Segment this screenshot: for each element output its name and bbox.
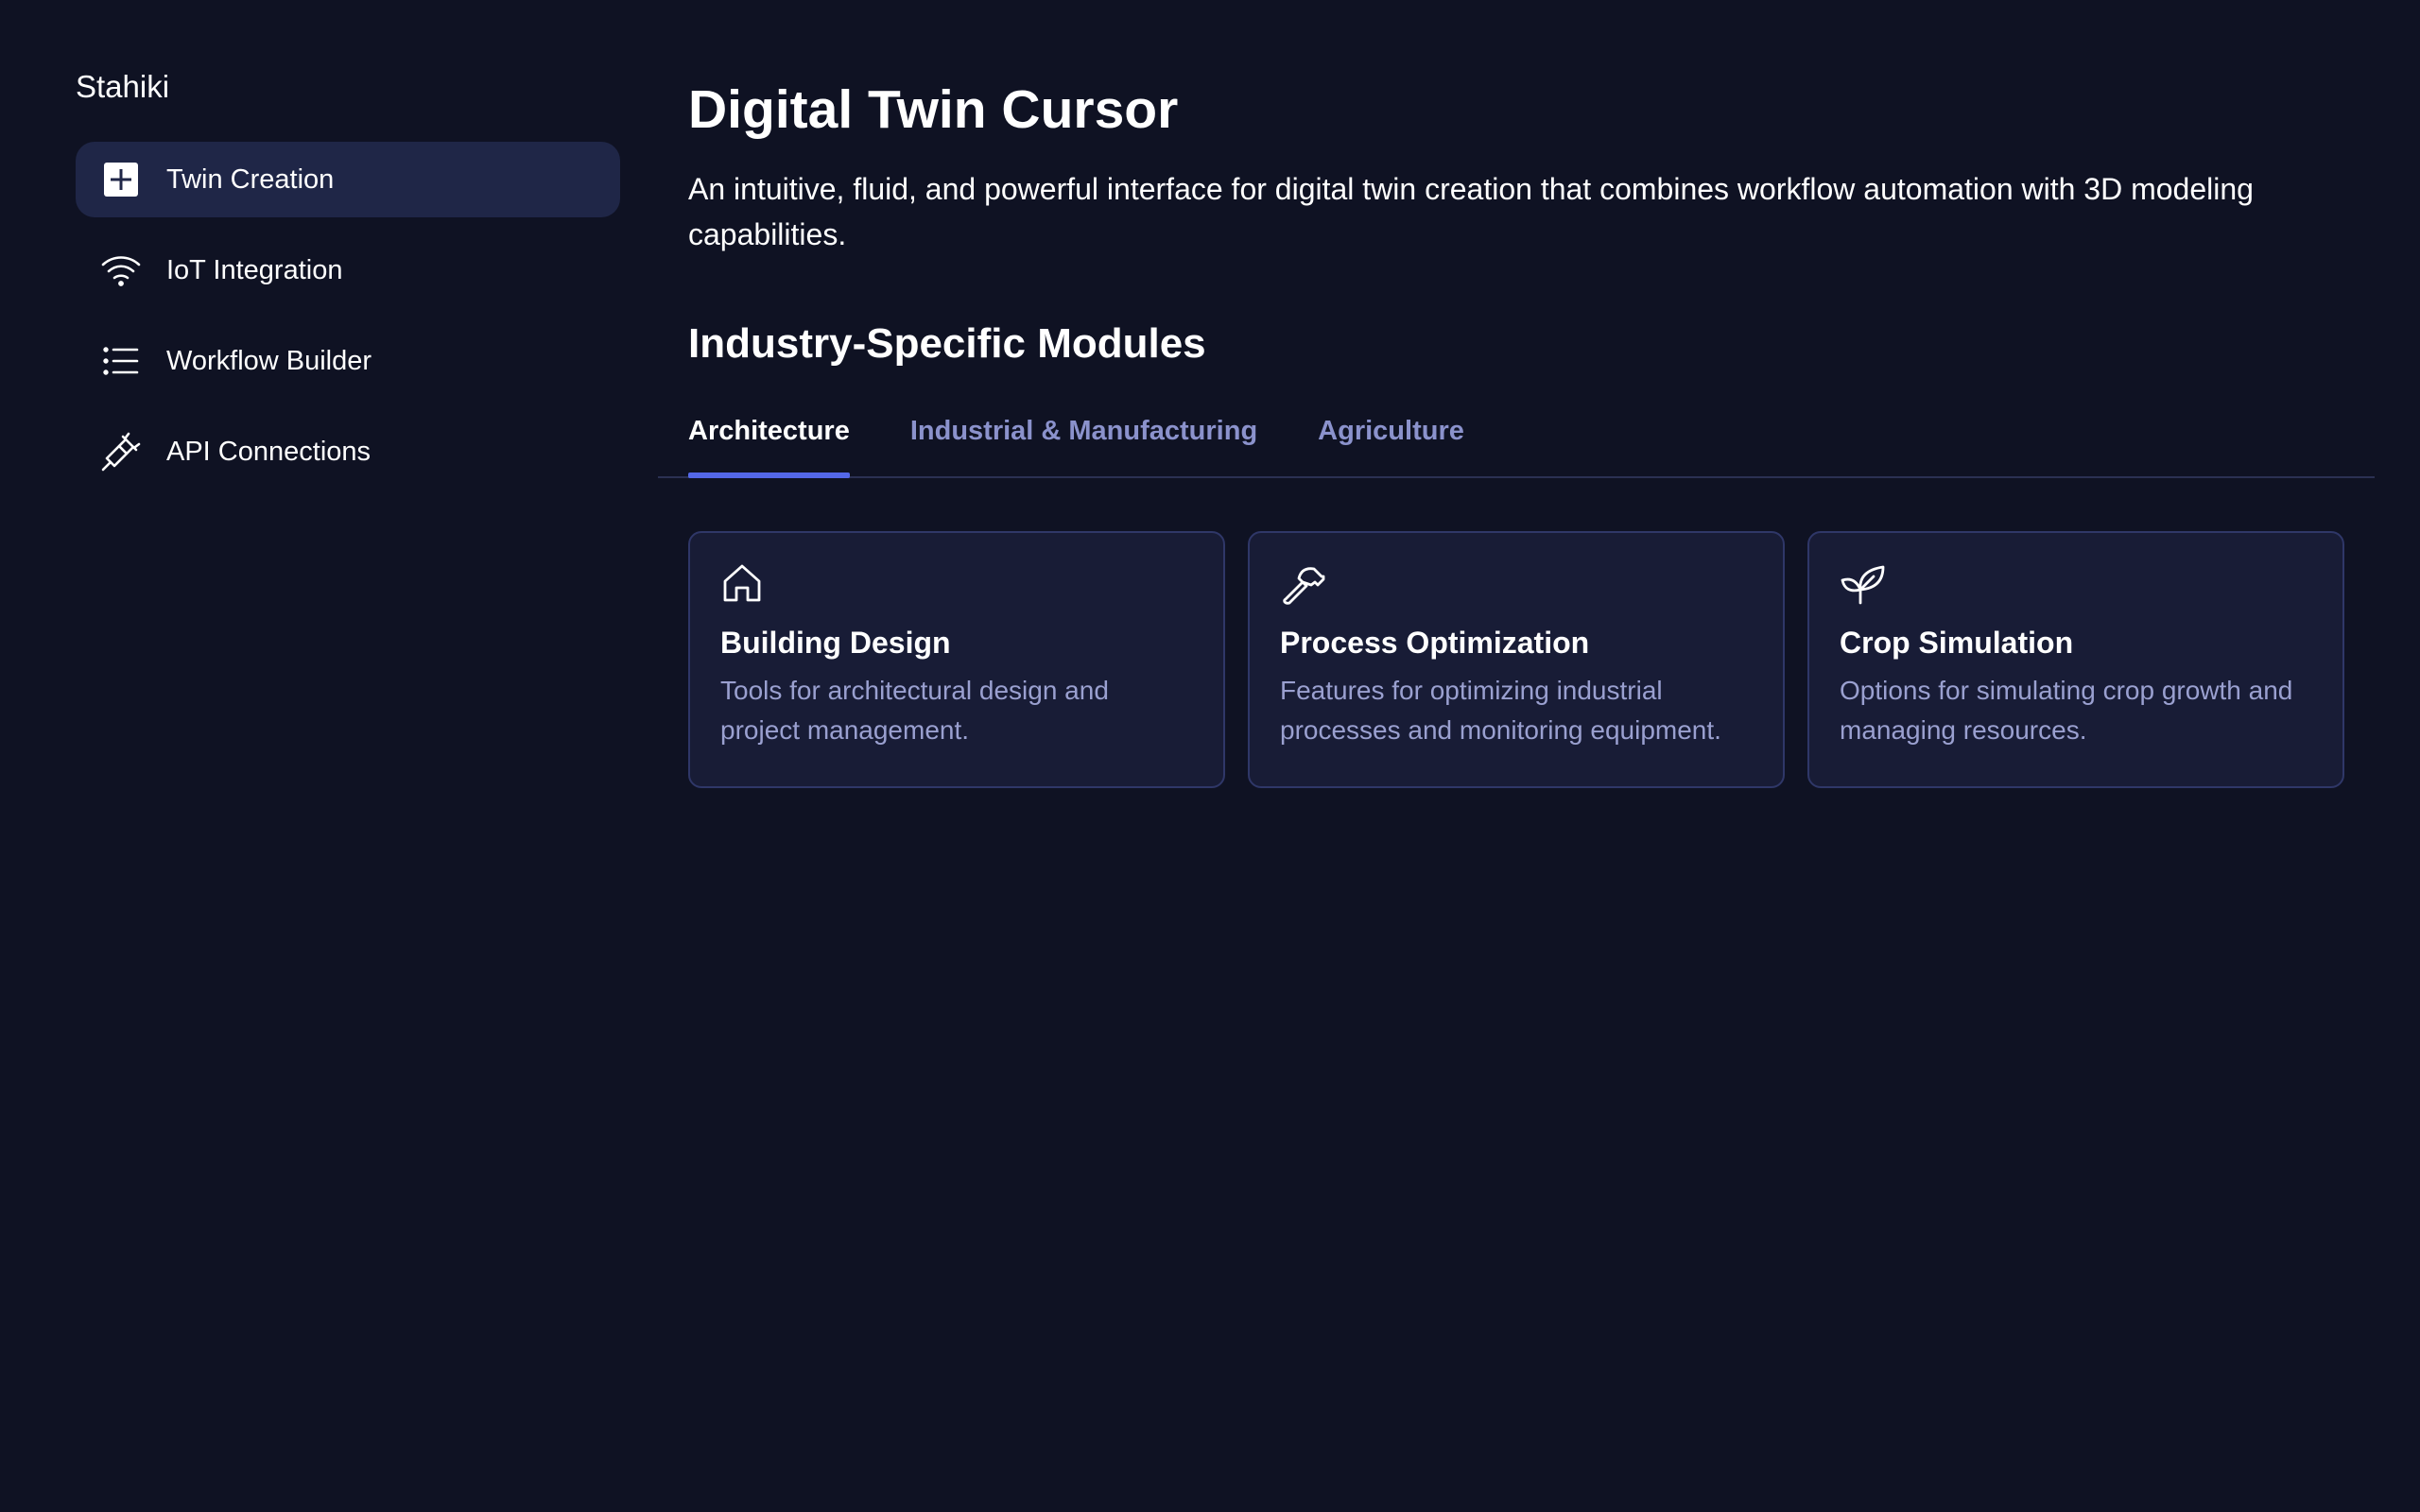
plus-square-icon <box>98 157 144 202</box>
sidebar-item-workflow-builder[interactable]: Workflow Builder <box>76 323 620 399</box>
sidebar-nav: Twin Creation IoT Integration Workflow B… <box>76 142 620 490</box>
module-card-crop-simulation[interactable]: Crop Simulation Options for simulating c… <box>1807 531 2344 788</box>
hammer-icon <box>1280 561 1325 607</box>
module-card-building-design[interactable]: Building Design Tools for architectural … <box>688 531 1225 788</box>
sidebar-item-api-connections[interactable]: API Connections <box>76 414 620 490</box>
sidebar-item-twin-creation[interactable]: Twin Creation <box>76 142 620 217</box>
tab-architecture[interactable]: Architecture <box>688 410 850 478</box>
sprout-icon <box>1840 561 1885 607</box>
sidebar-item-label: IoT Integration <box>166 254 343 285</box>
tab-agriculture[interactable]: Agriculture <box>1318 410 1464 476</box>
card-description: Options for simulating crop growth and m… <box>1840 676 2293 745</box>
card-description: Tools for architectural design and proje… <box>720 676 1109 745</box>
sidebar: Stahiki Twin Creation IoT Integration Wo… <box>76 57 620 505</box>
page-title: Digital Twin Cursor <box>688 79 1179 140</box>
card-title: Building Design <box>720 626 951 660</box>
module-cards: Building Design Tools for architectural … <box>688 531 2375 788</box>
module-card-process-optimization[interactable]: Process Optimization Features for optimi… <box>1248 531 1785 788</box>
card-title: Process Optimization <box>1280 626 1590 660</box>
list-icon <box>98 338 144 384</box>
tab-industrial-manufacturing[interactable]: Industrial & Manufacturing <box>910 410 1257 476</box>
page-description: An intuitive, fluid, and powerful interf… <box>688 172 2254 251</box>
card-title: Crop Simulation <box>1840 626 2074 660</box>
main-content: Digital Twin Cursor An intuitive, fluid,… <box>658 57 2375 788</box>
brand-name: Stahiki <box>76 69 170 104</box>
card-description: Features for optimizing industrial proce… <box>1280 676 1721 745</box>
wifi-icon <box>98 248 144 293</box>
tab-list: Architecture Industrial & Manufacturing … <box>688 410 1525 478</box>
sidebar-item-label: Twin Creation <box>166 163 335 195</box>
sidebar-item-label: API Connections <box>166 436 372 467</box>
sidebar-item-label: Workflow Builder <box>166 345 372 376</box>
app-window: Stahiki Twin Creation IoT Integration Wo… <box>0 0 2420 1512</box>
sidebar-item-iot-integration[interactable]: IoT Integration <box>76 232 620 308</box>
home-icon <box>720 561 766 607</box>
tab-bar: Architecture Industrial & Manufacturing … <box>658 410 2375 478</box>
plug-icon <box>98 429 144 474</box>
section-title: Industry-Specific Modules <box>688 320 1206 367</box>
